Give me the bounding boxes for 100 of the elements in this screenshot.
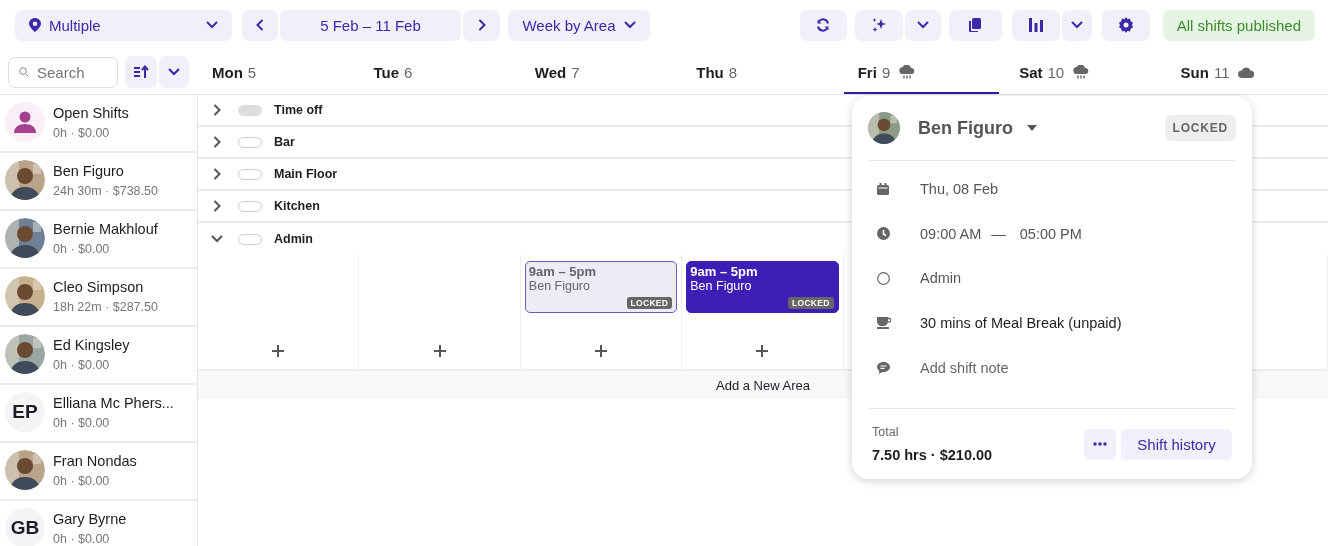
chevron-right-icon — [213, 200, 221, 212]
caret-down-icon[interactable] — [1027, 125, 1037, 131]
start-time: 09:00 AM — [920, 225, 982, 242]
locked-badge: LOCKED — [1164, 115, 1236, 141]
sort-button[interactable] — [125, 56, 157, 88]
chat-icon — [877, 361, 890, 374]
day-tab[interactable]: Mon 5 — [198, 50, 360, 94]
publish-status-badge: All shifts published — [1162, 9, 1315, 41]
view-dropdown[interactable]: Week by Area — [508, 9, 650, 41]
staff-summary: 18h 22m · $287.50 — [53, 299, 158, 314]
shift-card[interactable]: 9am – 5pm Ben Figuro LOCKED — [524, 261, 678, 313]
staff-name: Elliana Mc Phers... — [53, 394, 174, 411]
area-name: Admin — [274, 232, 313, 246]
chevron-right-icon — [477, 19, 486, 31]
staff-summary: 0h · $0.00 — [53, 357, 111, 372]
copy-button[interactable] — [948, 9, 1002, 41]
chevron-down-icon — [623, 21, 636, 29]
sparkle-icon — [870, 17, 887, 33]
staff-row[interactable]: Open Shifts 0h · $0.00 — [0, 95, 197, 153]
day-tab[interactable]: Fri 9 — [843, 50, 999, 94]
chevron-down-icon — [206, 21, 218, 29]
search-input[interactable]: Search — [37, 57, 107, 87]
staff-row[interactable]: Ben Figuro 24h 30m · $738.50 — [0, 153, 197, 211]
end-time: 05:00 PM — [1019, 225, 1082, 242]
stats-button[interactable] — [1011, 9, 1060, 41]
staff-summary: 0h · $0.00 — [53, 415, 111, 430]
more-button[interactable] — [1084, 428, 1116, 460]
add-shift-icon[interactable] — [433, 345, 446, 357]
shift-card[interactable]: 9am – 5pm Ben Figuro LOCKED — [686, 261, 839, 313]
previous-week-button[interactable] — [242, 9, 278, 41]
locked-badge: LOCKED — [626, 297, 673, 309]
staff-summary: 0h · $0.00 — [53, 241, 111, 256]
calendar-icon — [877, 183, 889, 196]
chevron-right-icon — [213, 136, 221, 148]
chevron-down-icon — [1070, 21, 1083, 29]
day-tab[interactable]: Sun 11 — [1166, 50, 1328, 94]
sort-dropdown[interactable] — [159, 56, 189, 88]
staff-summary: 0h · $0.00 — [53, 125, 111, 140]
staff-summary: 0h · $0.00 — [53, 531, 111, 546]
bar-chart-icon — [1028, 18, 1043, 32]
area-circle-icon — [877, 272, 890, 285]
area-toggle[interactable] — [238, 104, 262, 116]
staff-name: Gary Byrne — [53, 510, 127, 527]
chevron-left-icon — [256, 19, 264, 31]
clock-icon — [877, 227, 890, 241]
total-value: 7.50 hrs · $210.00 — [872, 447, 993, 463]
date-range-button[interactable]: 5 Feb – 11 Feb — [280, 9, 461, 41]
staff-name: Bernie Makhlouf — [53, 220, 158, 237]
refresh-button[interactable] — [799, 9, 847, 41]
chevron-down-icon — [916, 21, 929, 29]
add-area-link[interactable]: Add a New Area — [716, 377, 810, 393]
staff-row[interactable]: Fran Nondas 0h · $0.00 — [0, 443, 197, 501]
expand-toggle[interactable] — [210, 235, 224, 243]
staff-name: Fran Nondas — [53, 452, 137, 469]
auto-schedule-dropdown[interactable] — [904, 9, 941, 41]
staff-summary: 0h · $0.00 — [53, 473, 111, 488]
staff-name: Open Shifts — [53, 104, 129, 121]
auto-schedule-button[interactable] — [854, 9, 903, 41]
cup-icon — [877, 317, 891, 330]
location-pin-icon — [29, 18, 41, 32]
shift-history-button[interactable]: Shift history — [1121, 428, 1232, 460]
employee-name: Ben Figuro — [918, 117, 1013, 139]
staff-summary: 24h 30m · $738.50 — [53, 183, 158, 198]
total-label: Total — [872, 425, 900, 439]
cloud-icon — [1238, 66, 1255, 78]
day-tab[interactable]: Wed 7 — [520, 50, 683, 94]
location-label: Multiple — [49, 16, 102, 34]
area-name: Main Floor — [274, 167, 338, 181]
break-text: 30 mins of Meal Break (unpaid) — [920, 315, 1122, 332]
area-name: Admin — [920, 270, 962, 287]
day-tab[interactable]: Sat 10 — [1005, 50, 1167, 94]
chevron-down-icon — [168, 68, 180, 76]
area-name: Kitchen — [274, 199, 320, 213]
staff-name: Ed Kingsley — [53, 336, 130, 353]
add-shift-icon[interactable] — [595, 345, 608, 357]
staff-row[interactable]: Cleo Simpson 18h 22m · $287.50 — [0, 269, 197, 327]
day-tab[interactable]: Tue 6 — [359, 50, 521, 94]
more-icon — [1093, 442, 1107, 446]
area-name: Bar — [274, 135, 295, 149]
person-icon — [13, 111, 37, 133]
settings-icon — [1117, 17, 1134, 33]
add-shift-icon[interactable] — [756, 345, 769, 357]
location-dropdown[interactable]: Multiple — [15, 9, 232, 41]
staff-name: Ben Figuro — [53, 162, 125, 179]
day-tab[interactable]: Thu 8 — [682, 50, 844, 94]
rain-cloud-icon — [899, 65, 916, 79]
sort-icon — [133, 65, 149, 79]
settings-button[interactable] — [1101, 9, 1150, 41]
time-separator: — — [991, 225, 1006, 242]
staff-row[interactable]: Ed Kingsley 0h · $0.00 — [0, 327, 197, 385]
stats-dropdown[interactable] — [1061, 9, 1092, 41]
copy-icon — [969, 18, 982, 32]
staff-name: Cleo Simpson — [53, 278, 145, 295]
add-shift-icon[interactable] — [272, 345, 285, 357]
initials-avatar: EP — [12, 401, 38, 423]
staff-row[interactable]: EP Elliana Mc Phers... 0h · $0.00 — [0, 385, 197, 443]
next-week-button[interactable] — [463, 9, 500, 41]
search-field[interactable]: Search — [8, 56, 118, 88]
staff-row[interactable]: Bernie Makhlouf 0h · $0.00 — [0, 211, 197, 269]
chevron-right-icon — [213, 104, 221, 116]
